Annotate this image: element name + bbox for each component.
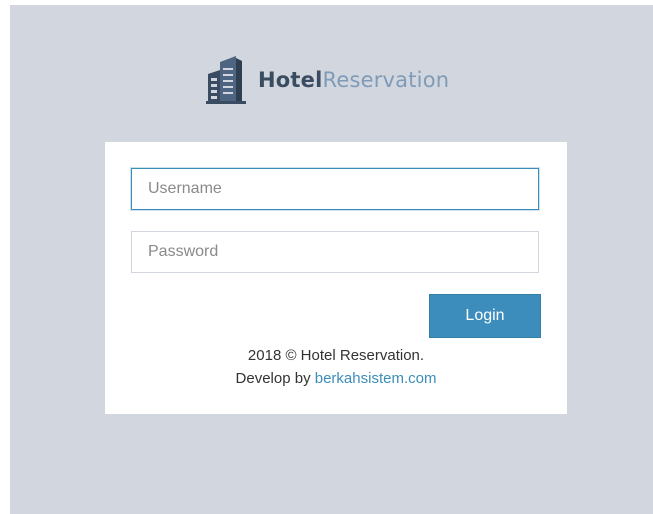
page-background: HotelReservation Login 2018 © Hotel Rese… xyxy=(10,5,653,514)
brand-logo: HotelReservation xyxy=(206,52,449,104)
developer-credit: Develop by berkahsistem.com xyxy=(105,367,567,390)
hotel-building-icon xyxy=(206,56,246,104)
login-button[interactable]: Login xyxy=(429,294,541,338)
copyright-text: 2018 © Hotel Reservation. xyxy=(247,347,425,364)
brand-name: HotelReservation xyxy=(258,66,449,91)
brand-name-strong: Hotel xyxy=(258,67,323,92)
brand-name-light: Reservation xyxy=(322,67,450,92)
login-box: Login 2018 © Hotel Reservation. Develop … xyxy=(105,142,567,414)
footer: 2018 © Hotel Reservation. Develop by ber… xyxy=(105,344,567,390)
password-input[interactable] xyxy=(131,231,539,273)
username-input[interactable] xyxy=(131,168,539,210)
develop-prefix: Develop by xyxy=(235,370,315,387)
developer-link[interactable]: berkahsistem.com xyxy=(315,370,437,387)
